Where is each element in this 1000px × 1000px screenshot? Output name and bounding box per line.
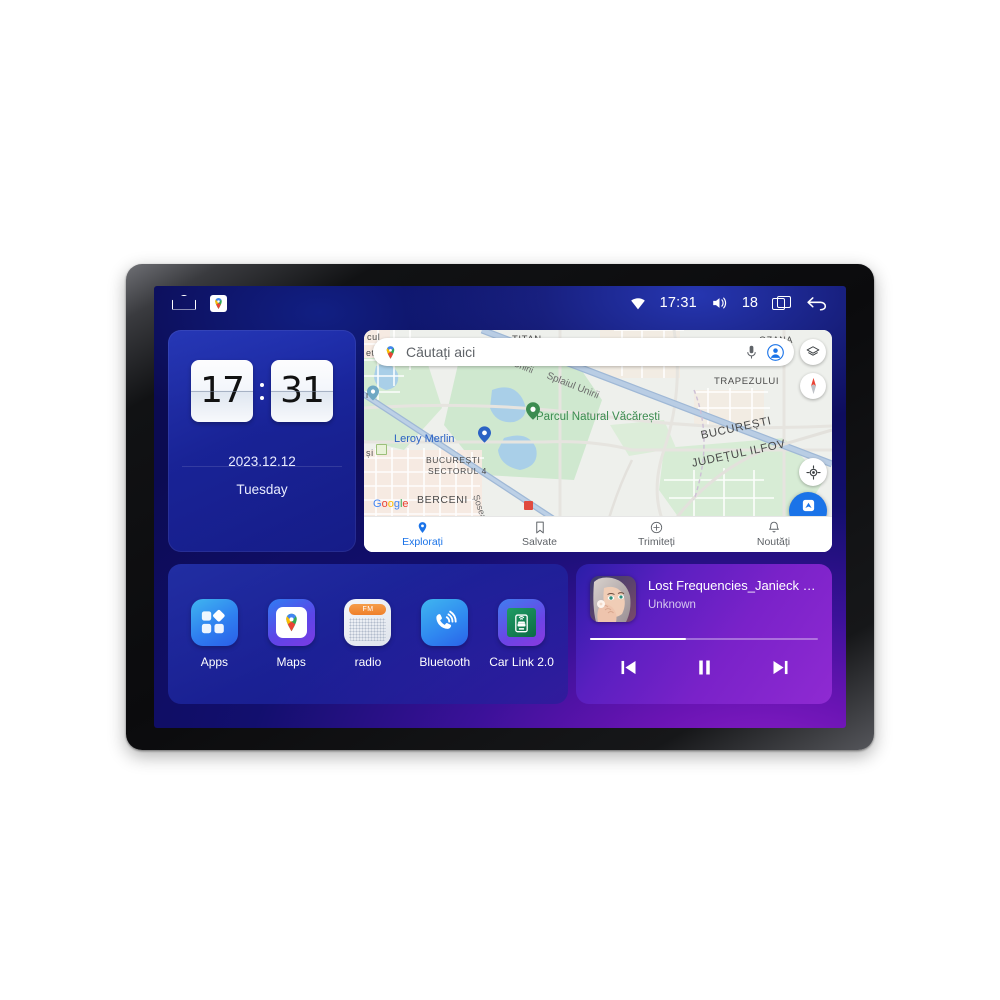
microphone-icon[interactable] xyxy=(746,345,757,360)
previous-track-button[interactable] xyxy=(618,657,639,678)
map-layers-icon xyxy=(806,346,820,356)
maps-widget[interactable]: TITANOZANATRAPEZULUISplaiul UniriiUnirii… xyxy=(364,330,832,552)
music-artist: Unknown xyxy=(648,599,696,611)
compass-icon xyxy=(810,377,816,395)
maps-pin-icon xyxy=(386,345,395,359)
clock-minutes: 31 xyxy=(280,370,325,411)
pause-icon xyxy=(698,660,710,675)
music-header: Lost Frequencies_Janieck Devy-... Unknow… xyxy=(590,576,818,622)
bluetooth-phone-icon xyxy=(421,599,469,646)
fm-radio-icon: FM xyxy=(344,599,392,646)
map-search-bar[interactable]: Căutați aici xyxy=(373,338,794,366)
status-bar: 17:31 18 xyxy=(154,286,846,320)
poi-marker-parcul-natural[interactable] xyxy=(526,402,540,420)
clock-widget[interactable]: 17 31 2023.12.12 Tuesday xyxy=(168,330,356,552)
volume-level: 18 xyxy=(741,295,758,311)
clock-weekday: Tuesday xyxy=(236,482,288,497)
bell-icon xyxy=(768,521,779,533)
map-search-placeholder: Căutați aici xyxy=(406,344,476,360)
map-nav-label: Salvate xyxy=(521,536,558,548)
map-layers-button[interactable] xyxy=(800,339,826,365)
poi-marker-left[interactable] xyxy=(367,385,379,401)
car-link-icon xyxy=(498,599,546,646)
music-meta: Lost Frequencies_Janieck Devy-... Unknow… xyxy=(648,576,818,611)
device-screen: 17:31 18 17 31 2023.12.12 Tuesday TRAPEZ… xyxy=(154,286,846,728)
music-progress-bar[interactable] xyxy=(590,638,818,640)
app-shortcut-apps[interactable]: Apps xyxy=(179,599,249,669)
map-nav-explorati[interactable]: Explorați xyxy=(364,521,481,548)
map-nav-label: Noutăți xyxy=(756,536,791,548)
app-dock: Apps Maps FM radio Bluetooth Car Link 2.… xyxy=(168,564,568,704)
volume-icon[interactable] xyxy=(711,296,728,310)
google-attribution: Google xyxy=(373,498,409,510)
app-shortcut-car-link[interactable]: Car Link 2.0 xyxy=(487,599,557,669)
status-time: 17:31 xyxy=(659,295,697,311)
account-avatar-icon[interactable] xyxy=(767,343,784,361)
my-location-button[interactable] xyxy=(799,458,827,486)
pin-icon xyxy=(418,522,427,533)
clock-colon xyxy=(258,382,266,400)
clock-hours-card: 17 xyxy=(191,360,253,422)
app-label: radio xyxy=(354,655,382,669)
bookmark-icon xyxy=(535,521,544,534)
screenshot-root: 17:31 18 17 31 2023.12.12 Tuesday TRAPEZ… xyxy=(0,0,1000,1000)
radio-band-badge: FM xyxy=(362,606,374,613)
previous-track-icon xyxy=(621,660,635,675)
app-shortcut-radio[interactable]: FM radio xyxy=(333,599,403,669)
map-bottom-nav: Explorați Salvate Trimiteți Noutăți xyxy=(364,516,832,552)
google-maps-icon xyxy=(267,599,315,646)
album-art-woman-portrait xyxy=(590,576,636,622)
map-nav-label: Explorați xyxy=(402,536,443,548)
music-progress-fill xyxy=(590,638,686,640)
album-art[interactable] xyxy=(590,576,636,622)
clock-hours: 17 xyxy=(200,370,245,411)
map-nav-salvate[interactable]: Salvate xyxy=(481,521,598,548)
music-controls xyxy=(590,657,818,678)
next-track-icon xyxy=(773,660,787,675)
navigation-arrow-icon xyxy=(802,499,814,512)
map-search-icons xyxy=(746,343,784,361)
flip-clock: 17 31 xyxy=(168,330,356,422)
poi-marker-leroy-merlin[interactable] xyxy=(478,426,491,443)
car-head-unit-device: 17:31 18 17 31 2023.12.12 Tuesday TRAPEZ… xyxy=(126,264,874,750)
home-icon[interactable] xyxy=(172,297,194,310)
send-plus-icon xyxy=(650,521,663,534)
next-track-button[interactable] xyxy=(770,657,791,678)
map-nav-trimiteti[interactable]: Trimiteți xyxy=(598,521,715,548)
poi-marker-park-small[interactable] xyxy=(376,444,387,455)
back-arrow-icon[interactable] xyxy=(806,295,828,311)
app-label: Maps xyxy=(276,655,306,669)
highway-shield xyxy=(524,501,533,510)
clock-divider xyxy=(182,466,342,467)
app-label: Apps xyxy=(200,655,229,669)
music-title: Lost Frequencies_Janieck Devy-... xyxy=(648,578,818,593)
clock-minutes-card: 31 xyxy=(271,360,333,422)
my-location-icon xyxy=(805,464,821,480)
app-shortcut-bluetooth[interactable]: Bluetooth xyxy=(410,599,480,669)
app-shortcut-maps[interactable]: Maps xyxy=(256,599,326,669)
app-label: Car Link 2.0 xyxy=(489,655,554,669)
music-player-widget[interactable]: Lost Frequencies_Janieck Devy-... Unknow… xyxy=(576,564,832,704)
apps-grid-icon xyxy=(190,599,238,646)
status-bar-left xyxy=(154,294,227,312)
map-nav-label: Trimiteți xyxy=(638,536,675,548)
map-compass-button[interactable] xyxy=(800,373,826,399)
app-label: Bluetooth xyxy=(419,655,471,669)
map-nav-noutati[interactable]: Noutăți xyxy=(715,521,832,548)
status-bar-right: 17:31 18 xyxy=(630,295,846,311)
wifi-icon xyxy=(630,297,645,309)
recents-icon[interactable] xyxy=(772,295,792,311)
google-maps-icon[interactable] xyxy=(210,294,227,312)
play-pause-button[interactable] xyxy=(694,657,715,678)
